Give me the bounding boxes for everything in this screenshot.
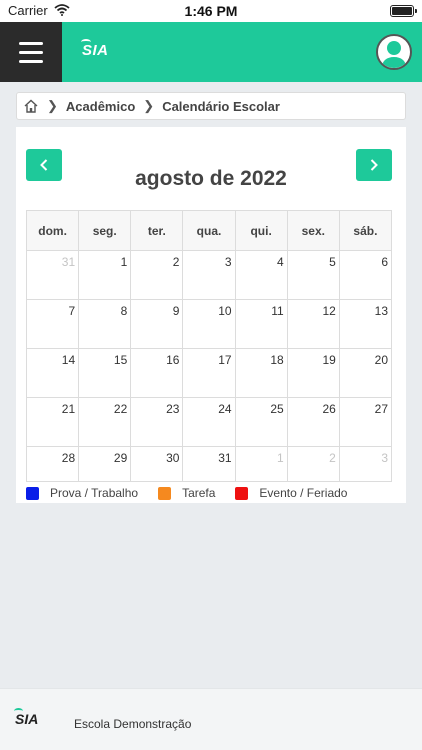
calendar-day-cell[interactable]: 20 [338,348,393,398]
hamburger-menu-button[interactable] [0,22,62,82]
menu-icon-bar [19,59,43,63]
calendar-day-cell[interactable]: 7 [25,299,80,349]
calendar-week-row: 28 29 30 31 1 2 3 [25,446,393,482]
calendar-panel: agosto de 2022 dom. seg. ter. qua. qui. … [16,127,406,503]
calendar-day-cell[interactable]: 19 [286,348,340,398]
calendar-day-cell[interactable]: 12 [286,299,340,349]
calendar-day-cell[interactable]: 9 [130,299,184,349]
calendar-day-cell[interactable]: 16 [130,348,184,398]
calendar-day-cell[interactable]: 30 [130,446,184,482]
calendar-legend: Prova / Trabalho Tarefa Evento / Feriado [26,486,367,500]
calendar-day-cell[interactable]: 3 [182,250,236,300]
calendar-day-cell[interactable]: 15 [78,348,132,398]
chevron-right-icon: ❯ [143,98,155,113]
calendar-week-row: 21 22 23 24 25 26 27 [25,397,393,447]
legend-item-prova: Prova / Trabalho [26,486,138,500]
weekday-header: dom. [25,210,80,251]
legend-label: Tarefa [182,486,216,500]
legend-swatch-orange [158,486,172,500]
footer: SIA Escola Demonstração [0,688,422,750]
weekday-header: qui. [234,210,288,251]
calendar-week-row: 31 1 2 3 4 5 6 [25,250,393,300]
legend-label: Evento / Feriado [259,486,348,500]
legend-swatch-red [235,486,249,500]
calendar-day-cell[interactable]: 14 [25,348,80,398]
calendar-day-cell[interactable]: 27 [338,397,393,447]
calendar-week-row: 7 8 9 10 11 12 13 [25,299,393,349]
status-bar: Carrier 1:46 PM [0,0,422,22]
legend-swatch-blue [26,486,39,500]
calendar-day-cell[interactable]: 17 [182,348,236,398]
calendar-day-cell[interactable]: 1 [234,446,288,482]
calendar-day-cell[interactable]: 25 [234,397,288,447]
calendar-day-cell[interactable]: 10 [182,299,236,349]
calendar-day-cell[interactable]: 13 [338,299,393,349]
calendar-day-cell[interactable]: 31 [182,446,236,482]
menu-icon-bar [19,41,43,45]
calendar-day-cell[interactable]: 26 [286,397,340,447]
breadcrumb-calendario-escolar[interactable]: Calendário Escolar [162,99,280,114]
breadcrumb: ❯ Acadêmico ❯ Calendário Escolar [16,92,406,120]
calendar-day-cell[interactable]: 4 [234,250,288,300]
calendar-day-cell[interactable]: 18 [234,348,288,398]
calendar-day-cell[interactable]: 24 [182,397,236,447]
footer-sia-logo: SIA [13,708,39,727]
home-icon[interactable] [23,98,39,114]
user-avatar-button[interactable] [376,34,412,70]
breadcrumb-academico[interactable]: Acadêmico [66,99,135,114]
calendar-day-cell[interactable]: 11 [234,299,288,349]
chevron-right-icon: ❯ [47,98,58,113]
calendar-day-cell[interactable]: 28 [25,446,80,482]
calendar-day-cell[interactable]: 6 [338,250,393,300]
legend-item-tarefa: Tarefa [158,486,215,500]
calendar-day-cell[interactable]: 5 [286,250,340,300]
legend-item-evento: Evento / Feriado [235,486,347,500]
weekday-header: qua. [182,210,236,251]
calendar-day-cell[interactable]: 2 [286,446,340,482]
weekday-header-row: dom. seg. ter. qua. qui. sex. sáb. [25,210,393,251]
calendar-day-cell[interactable]: 3 [338,446,393,482]
battery-icon [390,5,417,17]
user-icon [381,41,407,68]
calendar-day-cell[interactable]: 8 [78,299,132,349]
weekday-header: ter. [130,210,184,251]
calendar-day-cell[interactable]: 2 [130,250,184,300]
menu-icon-bar [19,50,43,54]
calendar-grid: dom. seg. ter. qua. qui. sex. sáb. 31 1 … [25,210,393,482]
sia-logo: SIA [81,39,109,59]
calendar-day-cell[interactable]: 21 [25,397,80,447]
clock-time: 1:46 PM [184,3,238,19]
calendar-week-row: 14 15 16 17 18 19 20 [25,348,393,398]
legend-label: Prova / Trabalho [50,486,139,500]
calendar-day-cell[interactable]: 23 [130,397,184,447]
calendar-month-title: agosto de 2022 [135,167,287,190]
app-header: SIA [0,22,422,82]
weekday-header: seg. [78,210,132,251]
calendar-day-cell[interactable]: 29 [78,446,132,482]
calendar-day-cell[interactable]: 22 [78,397,132,447]
calendar-day-cell[interactable]: 1 [78,250,132,300]
school-name: Escola Demonstração [74,717,192,731]
calendar-day-cell[interactable]: 31 [25,250,80,300]
weekday-header: sáb. [338,210,393,251]
weekday-header: sex. [286,210,340,251]
